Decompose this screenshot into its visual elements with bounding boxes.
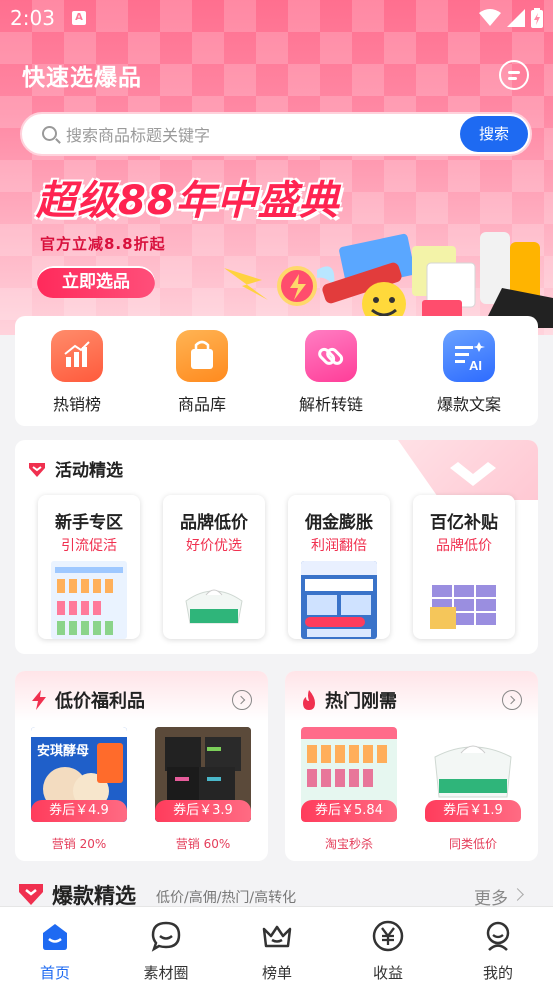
banner-cta-button[interactable]: 立即选品 (37, 266, 155, 298)
tab-label: 首页 (39, 964, 70, 982)
quick-tools-panel: 热销榜 商品库 解析转链 AI 爆款文案 (15, 316, 538, 426)
search-bar: 搜索 (20, 112, 532, 156)
card-title: 佣金膨胀 (305, 513, 373, 533)
tab-profile[interactable]: 我的 (458, 919, 538, 983)
tool-hot-sales[interactable]: 热销榜 (27, 330, 127, 415)
activity-header: 活动精选 (27, 456, 123, 481)
search-icon (42, 126, 57, 141)
message-icon[interactable] (499, 60, 529, 90)
search-input[interactable] (66, 121, 456, 149)
hero-banner-area: 2:03 A 快速选爆品 搜索 超级88年中盛典 官方立减8.8折起 立即选品 (0, 0, 553, 335)
product-image: 券后￥5.84 (301, 727, 397, 822)
product-price: 券后￥3.9 (155, 800, 251, 822)
tool-link-convert[interactable]: 解析转链 (281, 330, 381, 415)
low-price-section: 低价福利品 安琪酵母 券后￥4.9 营销 20% 券后￥3.9 营销 60% (15, 671, 268, 861)
tab-earnings[interactable]: 收益 (348, 919, 428, 983)
product-caption: 淘宝秒杀 (324, 837, 373, 851)
product-item[interactable]: 券后￥3.9 营销 60% (155, 727, 251, 852)
ai-text-icon: AI (443, 330, 495, 382)
search-button[interactable]: 搜索 (460, 116, 528, 152)
low-price-title: 低价福利品 (55, 691, 145, 712)
hot-need-header: 热门刚需 (301, 687, 397, 713)
tab-label: 收益 (372, 964, 403, 982)
chevron-right-icon[interactable] (232, 690, 252, 710)
card-subtitle: 好价优选 (186, 538, 242, 554)
flame-icon (303, 690, 315, 710)
card-image (301, 561, 377, 639)
crown-icon (260, 919, 294, 953)
product-price: 券后￥1.9 (425, 800, 521, 822)
card-image (176, 561, 252, 639)
lightning-icon (32, 690, 46, 710)
tab-home[interactable]: 首页 (15, 919, 95, 983)
tool-label: 热销榜 (52, 395, 101, 414)
tool-label: 商品库 (177, 395, 226, 414)
tool-label: 解析转链 (298, 395, 363, 414)
activity-section: 活动精选 新手专区 引流促活 品牌低价 好价优选 佣金膨胀 利润翻倍 百亿补贴 … (15, 440, 538, 654)
heart-badge-icon (29, 462, 45, 477)
card-image (426, 561, 502, 639)
activity-title: 活动精选 (55, 461, 123, 481)
product-image: 券后￥3.9 (155, 727, 251, 822)
product-image: 券后￥1.9 (425, 727, 521, 822)
product-image: 安琪酵母 券后￥4.9 (31, 727, 127, 822)
tab-label: 我的 (482, 964, 513, 982)
bar-chart-icon (51, 330, 103, 382)
product-price: 券后￥4.9 (31, 800, 127, 822)
status-bar: 2:03 A (0, 0, 553, 36)
product-price: 券后￥5.84 (301, 800, 397, 822)
activity-card-subsidy[interactable]: 百亿补贴 品牌低价 (413, 495, 515, 639)
chat-bubble-icon (149, 919, 183, 953)
product-image-text: 安琪酵母 (37, 743, 89, 759)
product-caption: 营销 60% (175, 837, 231, 851)
section-decoration (398, 440, 538, 500)
banner-subtitle: 官方立减8.8折起 (40, 235, 166, 253)
tab-label: 榜单 (261, 964, 292, 982)
product-caption: 营销 20% (51, 837, 107, 851)
home-icon (38, 919, 72, 953)
hot-need-title: 热门刚需 (325, 691, 397, 712)
svg-text:AI: AI (469, 358, 482, 373)
activity-card-brand-low[interactable]: 品牌低价 好价优选 (163, 495, 265, 639)
bottom-tab-bar: 首页 素材圈 榜单 收益 我的 (0, 906, 553, 984)
chevron-right-icon[interactable] (502, 690, 522, 710)
hot-picks-tags: 低价/高佣/热门/高转化 (156, 890, 297, 906)
card-subtitle: 引流促活 (61, 538, 117, 554)
hot-need-section: 热门刚需 券后￥5.84 淘宝秒杀 券后￥1.9 同类低价 (285, 671, 538, 861)
tool-label: 爆款文案 (436, 395, 501, 414)
card-subtitle: 利润翻倍 (311, 538, 367, 554)
banner-products-illustration[interactable] (222, 218, 553, 328)
low-price-header: 低价福利品 (31, 687, 145, 713)
yen-coin-icon (371, 919, 405, 953)
signal-icon (507, 9, 525, 27)
profile-icon (481, 919, 515, 953)
tab-label: 素材圈 (143, 964, 189, 982)
card-title: 百亿补贴 (430, 513, 498, 533)
activity-card-commission[interactable]: 佣金膨胀 利润翻倍 (288, 495, 390, 639)
product-item[interactable]: 券后￥5.84 淘宝秒杀 (301, 727, 397, 852)
status-time: 2:03 (10, 6, 55, 30)
card-subtitle: 品牌低价 (436, 538, 492, 554)
link-icon (305, 330, 357, 382)
product-item[interactable]: 券后￥1.9 同类低价 (425, 727, 521, 852)
tab-materials[interactable]: 素材圈 (126, 919, 206, 983)
tab-rankings[interactable]: 榜单 (237, 919, 317, 983)
app-title: 快速选爆品 (22, 65, 142, 91)
wifi-icon (479, 9, 501, 26)
activity-card-newbie[interactable]: 新手专区 引流促活 (38, 495, 140, 639)
card-title: 品牌低价 (180, 513, 248, 533)
notification-a-icon: A (72, 11, 86, 25)
product-item[interactable]: 安琪酵母 券后￥4.9 营销 20% (31, 727, 127, 852)
heart-badge-icon (19, 884, 43, 905)
product-caption: 同类低价 (448, 837, 497, 851)
card-title: 新手专区 (55, 513, 123, 533)
battery-icon (531, 8, 543, 28)
tool-product-library[interactable]: 商品库 (152, 330, 252, 415)
card-image (51, 561, 127, 639)
tool-hot-copywriting[interactable]: AI 爆款文案 (419, 330, 519, 415)
shopping-bag-icon (176, 330, 228, 382)
